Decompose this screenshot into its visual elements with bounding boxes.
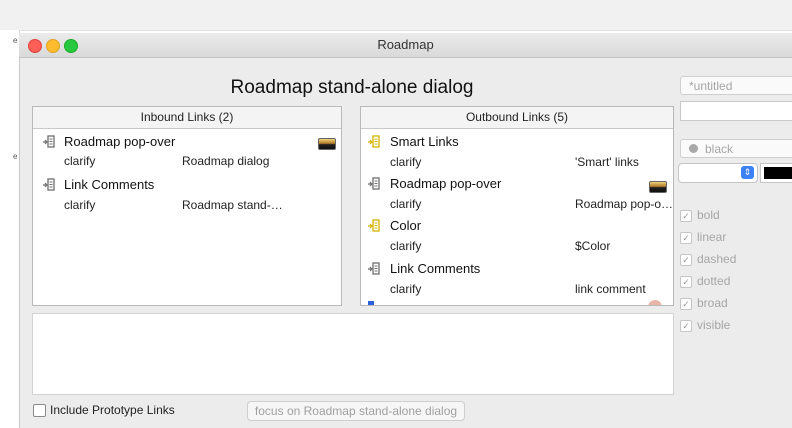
partial-link-icon (368, 301, 374, 305)
visible-label: visible (697, 318, 731, 332)
outbound-item-title[interactable]: Color (390, 218, 421, 233)
inbound-links-header: Inbound Links (2) (33, 107, 341, 129)
link-icon (42, 178, 56, 195)
outbound-item-target: $Color (575, 239, 611, 253)
focus-button[interactable]: focus on Roadmap stand-alone dialog (247, 401, 465, 421)
bold-checkbox[interactable]: ✓ (680, 210, 692, 222)
inbound-item-title[interactable]: Link Comments (64, 177, 154, 192)
outbound-item-type: clarify (390, 197, 422, 211)
color-dot-icon (689, 144, 698, 153)
inbound-item-type: clarify (64, 198, 96, 212)
broad-checkbox[interactable]: ✓ (680, 298, 692, 310)
image-thumbnail-icon (318, 138, 336, 150)
link-icon (367, 219, 381, 236)
gutter-mark: e (13, 36, 18, 45)
color-swatch-well[interactable] (760, 163, 792, 183)
color-select[interactable]: ⇕ (678, 163, 758, 183)
link-icon (367, 177, 381, 194)
dashed-label: dashed (697, 252, 737, 266)
window-title: Roadmap (377, 37, 434, 52)
link-name-placeholder: *untitled (689, 79, 733, 93)
image-thumbnail-icon (649, 181, 667, 193)
include-prototype-links-label: Include Prototype Links (50, 403, 175, 417)
color-swatch (764, 167, 792, 179)
partial-thumbnail (648, 300, 662, 305)
linear-label: linear (697, 230, 727, 244)
gutter-mark: e (13, 152, 18, 161)
link-icon (367, 262, 381, 279)
inbound-item-title[interactable]: Roadmap pop-over (64, 134, 175, 149)
outbound-item-target: Roadmap pop-o… (575, 197, 674, 211)
outbound-links-header: Outbound Links (5) (361, 107, 673, 129)
link-name-field[interactable]: *untitled (680, 76, 792, 95)
link-icon (42, 135, 56, 152)
linear-checkbox[interactable]: ✓ (680, 232, 692, 244)
outbound-item-type: clarify (390, 155, 422, 169)
dotted-checkbox[interactable]: ✓ (680, 276, 692, 288)
inbound-item-target: Roadmap stand-… (182, 198, 283, 212)
inbound-item-target: Roadmap dialog (182, 154, 270, 168)
color-label: black (705, 142, 734, 156)
link-comment-textarea[interactable] (32, 313, 674, 395)
bold-label: bold (697, 208, 720, 222)
left-gutter: e e (0, 30, 20, 428)
outbound-item-type: clarify (390, 282, 422, 296)
include-prototype-links-checkbox[interactable] (33, 404, 46, 417)
outbound-item-title[interactable]: Roadmap pop-over (390, 176, 501, 191)
outbound-item-title[interactable]: Link Comments (390, 261, 480, 276)
outbound-item-target: link comment (575, 282, 646, 296)
visible-checkbox[interactable]: ✓ (680, 320, 692, 332)
broad-label: broad (697, 296, 728, 310)
link-text-field[interactable] (680, 101, 792, 121)
inbound-item-type: clarify (64, 154, 96, 168)
color-popup[interactable]: black (680, 139, 792, 158)
link-icon (367, 135, 381, 152)
dotted-label: dotted (697, 274, 731, 288)
outbound-item-title[interactable]: Smart Links (390, 134, 459, 149)
stepper-chevron-icon: ⇕ (741, 166, 754, 179)
outbound-item-target: 'Smart' links (575, 155, 639, 169)
dialog-title: Roadmap stand-alone dialog (230, 77, 474, 98)
dashed-checkbox[interactable]: ✓ (680, 254, 692, 266)
outbound-item-type: clarify (390, 239, 422, 253)
background-strip (0, 0, 792, 31)
